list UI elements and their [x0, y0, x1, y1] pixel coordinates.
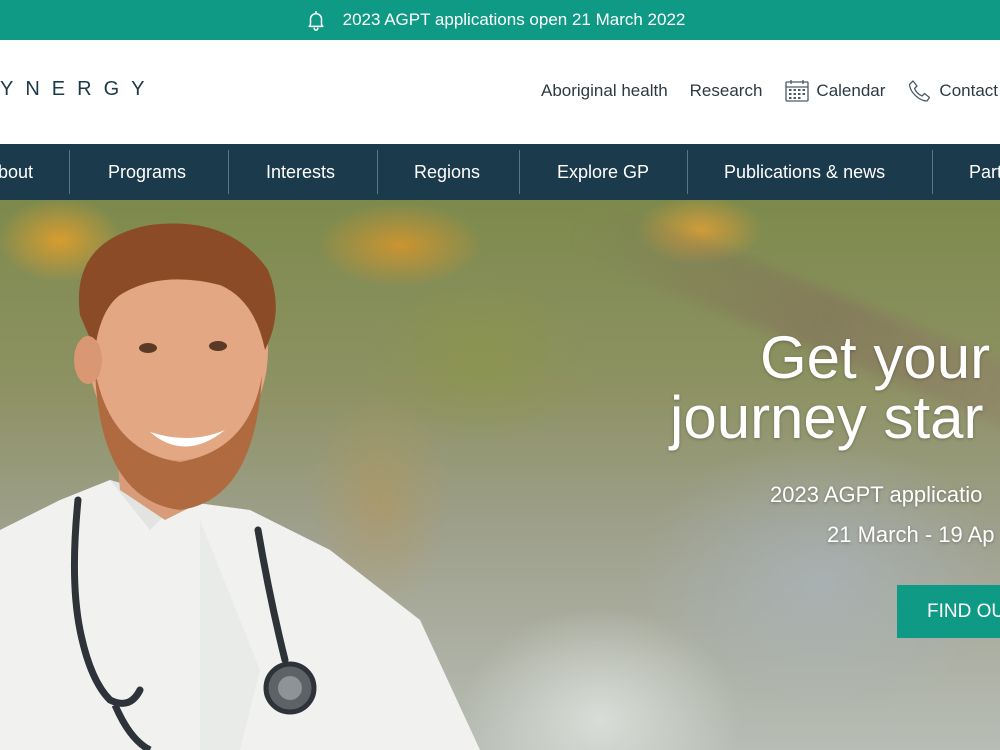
nav-item-interests[interactable]: Interests — [266, 144, 335, 200]
site-header: YNERGY Aboriginal health Research Calend… — [0, 40, 1000, 144]
calendar-icon — [784, 78, 810, 104]
announcement-bar[interactable]: 2023 AGPT applications open 21 March 202… — [0, 0, 1000, 40]
util-link-aboriginal-health[interactable]: Aboriginal health — [541, 81, 668, 101]
hero-dates: 21 March - 19 Ap — [827, 522, 995, 547]
hero-banner: Get your journey star 2023 AGPT applicat… — [0, 200, 1000, 750]
phone-icon — [907, 78, 933, 104]
hero-subtitle: 2023 AGPT applicatio — [770, 482, 983, 507]
nav-item-partners[interactable]: Part — [969, 144, 1000, 200]
nav-divider — [687, 150, 688, 194]
main-nav: bout Programs Interests Regions Explore … — [0, 144, 1000, 200]
bell-icon — [305, 9, 327, 31]
nav-divider — [69, 150, 70, 194]
nav-item-about[interactable]: bout — [0, 144, 33, 200]
hero-title: Get your journey star — [670, 328, 1000, 448]
nav-divider — [228, 150, 229, 194]
util-link-research[interactable]: Research — [690, 81, 763, 101]
find-out-more-button[interactable]: FIND OU — [897, 585, 1000, 638]
util-link-label: Contact — [939, 81, 999, 100]
util-link-label: Calendar — [816, 81, 886, 100]
nav-divider — [377, 150, 378, 194]
nav-divider — [932, 150, 933, 194]
logo[interactable]: YNERGY — [0, 78, 156, 101]
hero-title-line-2: journey star — [670, 384, 984, 451]
hero-content: Get your journey star 2023 AGPT applicat… — [660, 200, 1000, 750]
announcement-text[interactable]: 2023 AGPT applications open 21 March 202… — [343, 10, 686, 30]
doctor-photo — [0, 200, 520, 750]
nav-item-explore-gp[interactable]: Explore GP — [557, 144, 649, 200]
utility-nav: Aboriginal health Research Calendar Cont… — [541, 78, 1000, 104]
nav-divider — [519, 150, 520, 194]
nav-item-regions[interactable]: Regions — [414, 144, 480, 200]
util-link-label: Aboriginal health — [541, 81, 668, 100]
hero-title-line-1: Get your — [760, 324, 991, 391]
util-link-calendar[interactable]: Calendar — [784, 78, 885, 104]
util-link-contact[interactable]: Contact — [907, 78, 998, 104]
nav-item-publications-news[interactable]: Publications & news — [724, 144, 885, 200]
util-link-label: Research — [689, 81, 763, 100]
nav-item-programs[interactable]: Programs — [108, 144, 186, 200]
